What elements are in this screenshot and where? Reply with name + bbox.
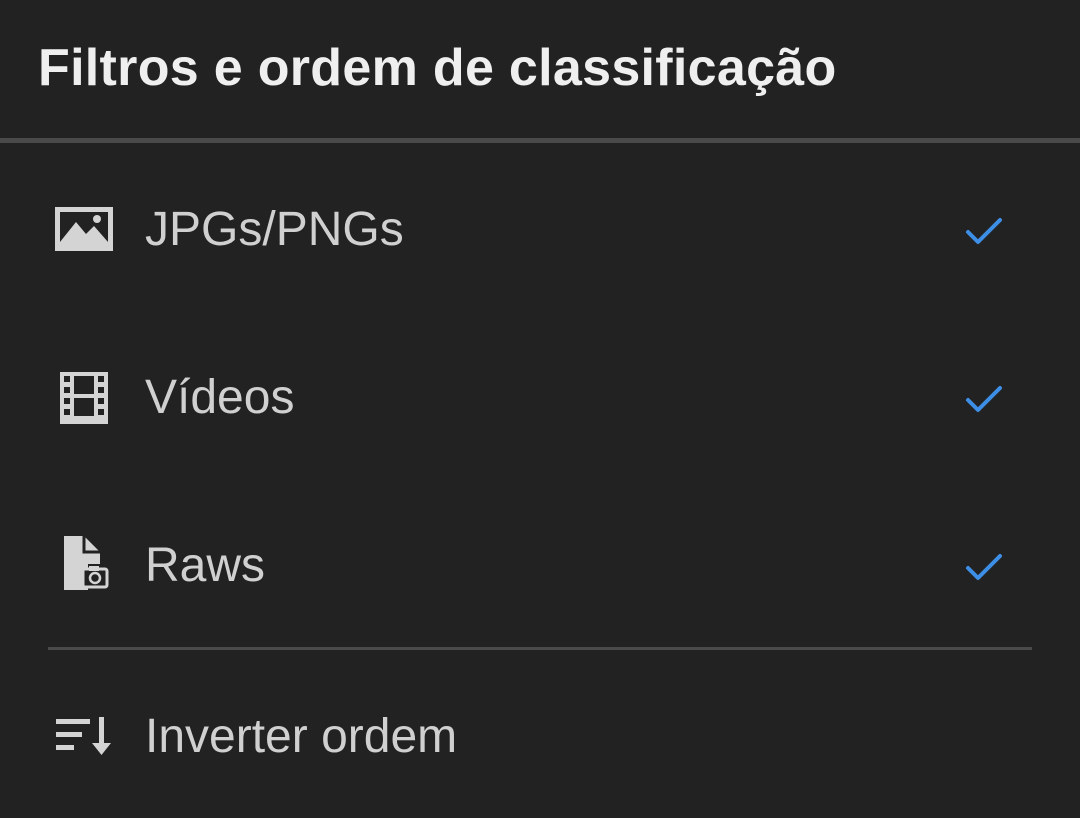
raw-file-icon	[52, 534, 116, 598]
header-divider	[0, 138, 1080, 143]
image-icon	[52, 198, 116, 262]
filter-item-videos[interactable]: Vídeos	[0, 323, 1080, 473]
page-title: Filtros e ordem de classificação	[38, 39, 837, 97]
filter-item-jpgs-pngs[interactable]: JPGs/PNGs	[0, 155, 1080, 305]
reverse-order-label: Inverter ordem	[145, 710, 458, 763]
checkmark-icon	[962, 209, 1006, 253]
film-icon	[52, 366, 116, 430]
filter-item-label: JPGs/PNGs	[145, 203, 404, 256]
checkmark-icon	[962, 545, 1006, 589]
checkmark-icon	[962, 377, 1006, 421]
reverse-order-item[interactable]: Inverter ordem	[0, 662, 1080, 812]
filter-item-label: Raws	[145, 539, 266, 592]
sort-order-icon	[52, 705, 116, 769]
dialog-header: Filtros e ordem de classificação	[0, 0, 1080, 138]
section-divider	[48, 647, 1032, 650]
filter-item-label: Vídeos	[145, 371, 295, 424]
filter-item-raws[interactable]: Raws	[0, 491, 1080, 641]
